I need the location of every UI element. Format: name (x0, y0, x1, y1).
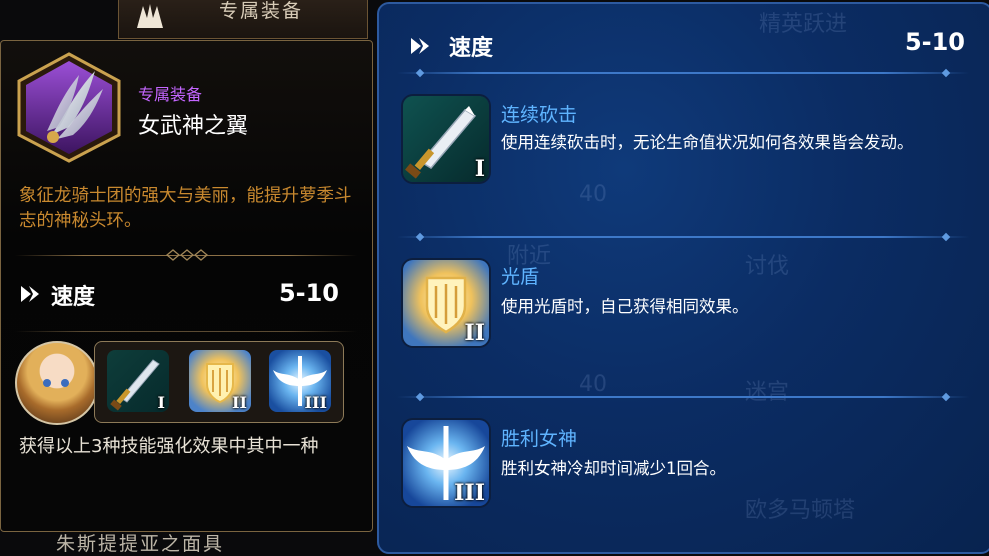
background-text: 欧多马顿塔 (745, 498, 856, 523)
equipment-description: 象征龙骑士团的强大与美丽，能提升萝季斗志的神秘头环。 (19, 186, 352, 231)
divider (397, 232, 969, 242)
equipment-category: 专属装备 (138, 85, 203, 104)
skill-description: 使用连续砍击时，无论生命值状况如何各效果皆会发动。 (501, 133, 914, 152)
skill-tier-label: I (157, 393, 165, 412)
skill-name: 连续砍击 (501, 104, 578, 126)
skill-option-1[interactable]: I (107, 350, 169, 412)
skill-tier-label: III (304, 393, 327, 412)
stat-label: 速度 (51, 285, 96, 310)
next-equipment-name[interactable]: 朱斯提提亚之面具 (56, 529, 224, 556)
skill-name: 光盾 (501, 266, 540, 288)
skill-choice-text: 获得以上3种技能强化效果中其中一种 (19, 436, 319, 457)
stat-value: 5-10 (278, 279, 339, 307)
skill-tier-label: II (464, 320, 485, 346)
skill-tier-label: III (454, 480, 485, 506)
chevron-right-icon (411, 38, 429, 54)
skill-enhancement-tooltip: 精英跃进 40 附近 讨伐 40 迷宫 欧多马顿塔 速度 5-10 I 连续砍击… (377, 2, 989, 554)
skill-tier-label: II (232, 393, 247, 412)
speed-stat-row: 速度 5-10 (19, 279, 339, 311)
wing-emblem-icon (137, 4, 163, 28)
chevron-right-icon (21, 286, 39, 302)
background-text: 40 (579, 182, 607, 207)
wing-icon (17, 52, 121, 163)
background-text: 讨伐 (745, 254, 790, 279)
background-text: 迷宫 (745, 380, 790, 405)
stat-value: 5-10 (904, 28, 965, 56)
avatar-eye (43, 379, 51, 387)
skill-description: 使用光盾时，自己获得相同效果。 (501, 297, 749, 316)
stat-label: 速度 (449, 36, 494, 61)
skill-option-2[interactable]: II (189, 350, 251, 412)
character-avatar[interactable] (15, 341, 99, 425)
divider (397, 68, 969, 78)
background-text: 40 (579, 372, 607, 397)
tab-label: 专属装备 (219, 0, 304, 22)
avatar-eye (61, 379, 69, 387)
divider (15, 331, 357, 332)
skill-icon-3: III (403, 420, 489, 506)
equipment-name: 女武神之翼 (138, 114, 249, 139)
skill-options-strip: I II III (94, 341, 344, 423)
exclusive-equipment-tab[interactable]: 专属装备 (118, 0, 368, 39)
skill-icon-1: I (403, 96, 489, 182)
skill-icon-2: II (403, 260, 489, 346)
divider (397, 392, 969, 402)
skill-tier-label: I (474, 156, 485, 182)
skill-description: 胜利女神冷却时间减少1回合。 (501, 459, 726, 478)
skill-option-3[interactable]: III (269, 350, 331, 412)
divider-ornament-icon (165, 249, 209, 261)
skill-name: 胜利女神 (501, 428, 578, 450)
equipment-detail-panel: 专属装备 女武神之翼 象征龙骑士团的强大与美丽，能提升萝季斗志的神秘头环。 速度… (0, 40, 373, 532)
equipment-icon-frame (11, 51, 127, 163)
tooltip-stat-row: 速度 5-10 (409, 28, 965, 64)
